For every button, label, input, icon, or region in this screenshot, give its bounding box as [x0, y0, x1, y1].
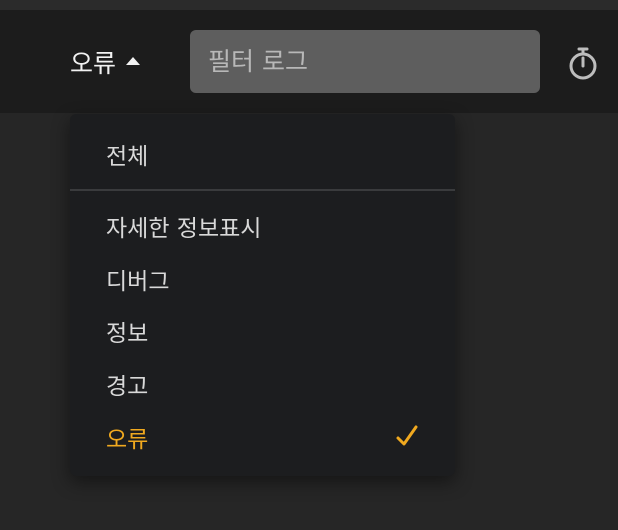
menu-item-all[interactable]: 전체	[70, 128, 455, 180]
caret-up-icon	[126, 57, 141, 65]
menu-item-label: 정보	[106, 321, 149, 347]
log-level-selected-label: 오류	[70, 49, 117, 78]
menu-divider	[70, 189, 455, 191]
menu-item-label: 오류	[106, 427, 149, 453]
menu-item-error[interactable]: 오류	[70, 411, 455, 463]
menu-item-verbose[interactable]: 자세한 정보표시	[70, 200, 455, 252]
filter-log-input[interactable]	[190, 30, 540, 93]
log-level-dropdown[interactable]: 오류	[70, 38, 141, 86]
menu-item-label: 경고	[106, 374, 149, 400]
check-icon	[396, 425, 418, 446]
menu-item-label: 전체	[106, 144, 149, 170]
menu-item-label: 자세한 정보표시	[106, 216, 262, 242]
stopwatch-icon[interactable]	[566, 46, 600, 82]
menu-item-debug[interactable]: 디버그	[70, 253, 455, 305]
menu-item-info[interactable]: 정보	[70, 305, 455, 357]
menu-item-label: 디버그	[106, 269, 170, 295]
menu-item-warning[interactable]: 경고	[70, 358, 455, 410]
window-top-strip	[0, 0, 618, 10]
log-level-menu: 전체 자세한 정보표시 디버그 정보 경고 오류	[70, 114, 455, 476]
